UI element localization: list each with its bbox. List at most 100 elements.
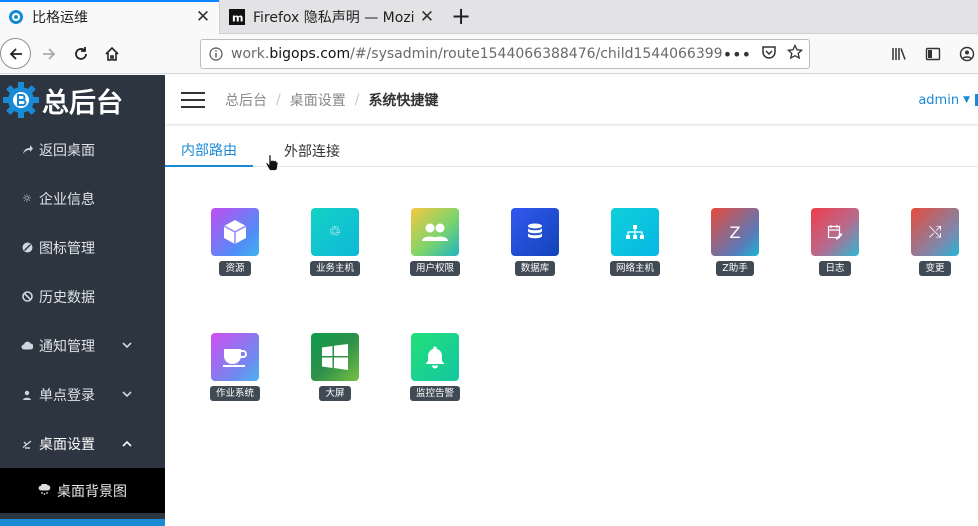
shortcut-label: 作业系统 [209,386,260,401]
url-text: work.bigops.com/#/sysadmin/route15440663… [231,46,723,62]
sidebar-item-desktop-settings[interactable]: 桌面设置 [0,419,165,468]
windows-icon [311,333,359,381]
shortcut-tile[interactable]: 日志 [805,208,865,280]
shortcut-tile[interactable]: 作业系统 [205,333,265,405]
shuffle-icon: ⤭ [911,208,959,256]
hamburger-menu-icon[interactable] [181,92,205,108]
sidebar-item-notification[interactable]: 通知管理 [0,321,165,370]
home-icon[interactable] [97,39,127,69]
top-header: 总后台 / 桌面设置 / 系统快捷键 admin ▼ [165,75,978,125]
sidebar-toggle-icon[interactable] [918,39,948,69]
shortcut-label: 业务主机 [309,261,360,276]
snow-cloud-icon [38,482,51,498]
caret-down-icon: ▼ [963,95,970,105]
new-tab-plus-icon[interactable]: + [446,2,476,32]
user-icon [21,389,33,401]
browser-tab-bigops[interactable]: 比格运维 ✕ [0,0,220,34]
share-arrow-icon [21,144,33,156]
content-tabs: 内部路由 外部连接 [165,134,978,167]
shortcut-tile[interactable]: 资源 [205,208,265,280]
hand-cursor-icon [265,154,279,171]
main-content: 总后台 / 桌面设置 / 系统快捷键 admin ▼ 内部路由 外部连接 资源 ♲… [165,75,978,526]
tab-external-links[interactable]: 外部连接 [284,134,340,167]
bookmark-star-icon[interactable] [786,43,804,64]
shortcut-tile[interactable]: 监控告警 [405,333,465,405]
shortcut-tile[interactable]: ♲ 业务主机 [305,208,365,280]
sun-icon: ☼ [22,192,32,205]
sidebar-item-label: 桌面设置 [39,436,95,453]
close-tab-icon[interactable]: ✕ [195,7,211,27]
brand-title: 总后台 [42,87,123,119]
url-prefix: work. [231,46,270,62]
ban-icon [21,291,33,303]
icon-glyph: ♲ [328,224,342,240]
close-tab-icon[interactable]: ✕ [419,7,435,27]
browser-tab-title: 比格运维 [32,10,88,26]
chevron-down-icon [122,339,132,352]
users-icon [411,208,459,256]
forward-arrow-icon[interactable] [34,39,64,69]
shortcut-tile[interactable]: 网络主机 [605,208,665,280]
mozilla-m-icon: m [229,9,245,25]
shortcut-label: 用户权限 [409,261,460,276]
browser-tab-title: Firefox 隐私声明 — Mozi [253,10,415,26]
sidebar-item-back-desktop[interactable]: 返回桌面 [0,125,165,174]
page-actions-ellipsis-icon[interactable]: ••• [723,45,751,64]
coffee-cup-icon [211,333,259,381]
shortcut-tile[interactable]: 大屏 [305,333,365,405]
browser-tab-strip: 比格运维 ✕ m Firefox 隐私声明 — Mozi ✕ + [0,0,978,34]
shortcut-label: 网络主机 [609,261,660,276]
desk-icon [21,438,33,450]
sidebar-item-icon-management[interactable]: 图标管理 [0,223,165,272]
sidebar-item-label: 图标管理 [39,240,95,257]
shortcut-tile[interactable]: Z Z助手 [705,208,765,280]
shortcut-label: Z助手 [716,261,754,276]
cloud-icon [21,340,33,352]
sidebar-active-strip [0,519,165,526]
info-icon[interactable] [201,47,231,61]
shortcut-label: 数据库 [514,261,556,276]
sidebar-item-company-info[interactable]: ☼ 企业信息 [0,174,165,223]
sidebar-subitem-desktop-background[interactable]: 桌面背景图 [0,468,165,513]
bell-icon [411,333,459,381]
sidebar-item-label: 通知管理 [39,338,95,355]
z-letter-icon: Z [711,208,759,256]
url-domain: bigops.com [269,46,351,62]
address-bar[interactable]: work.bigops.com/#/sysadmin/route15440663… [200,39,810,69]
breadcrumb-item[interactable]: 桌面设置 [290,90,346,110]
shortcut-label: 日志 [819,261,851,276]
sidebar-item-label: 企业信息 [39,191,95,208]
cube-icon [211,208,259,256]
url-path: /#/sysadmin/route1544066388476/child1544… [350,46,723,62]
shortcut-tile[interactable]: 用户权限 [405,208,465,280]
shortcut-tile[interactable]: 数据库 [505,208,565,280]
back-arrow-icon[interactable] [0,38,31,69]
breadcrumb-current: 系统快捷键 [368,93,439,109]
sidebar-item-label: 单点登录 [39,387,95,404]
user-name: admin [918,92,960,108]
breadcrumb-separator: / [354,92,360,108]
sidebar-item-history-data[interactable]: 历史数据 [0,272,165,321]
tab-internal-routes[interactable]: 内部路由 [165,134,253,167]
sidebar-item-label: 历史数据 [39,289,95,306]
breadcrumb: 总后台 / 桌面设置 / 系统快捷键 [225,75,438,125]
account-icon[interactable] [952,39,978,69]
shortcut-tile[interactable]: ⤭ 变更 [905,208,965,280]
database-icon [511,208,559,256]
pocket-icon[interactable] [761,44,777,64]
breadcrumb-item[interactable]: 总后台 [225,90,267,110]
brand-logo[interactable]: 总后台 [0,75,165,125]
library-icon[interactable] [884,39,914,69]
icon-glyph: ⤭ [928,222,942,241]
sidebar-item-sso[interactable]: 单点登录 [0,370,165,419]
reload-icon[interactable] [66,39,96,69]
svg-text:m: m [232,12,243,25]
sidebar: 总后台 返回桌面 ☼ 企业信息 图标管理 历史数据 通知管理 单点登录 桌面设置… [0,75,165,526]
bigops-gear-icon [8,9,24,25]
sidebar-subitem-label: 桌面背景图 [57,483,127,500]
chevron-up-icon [122,437,132,450]
shortcut-label: 变更 [919,261,951,276]
calendar-edit-icon [811,208,859,256]
browser-tab-firefox-privacy[interactable]: m Firefox 隐私声明 — Mozi ✕ [221,0,443,34]
user-menu[interactable]: admin ▼ [918,75,978,125]
